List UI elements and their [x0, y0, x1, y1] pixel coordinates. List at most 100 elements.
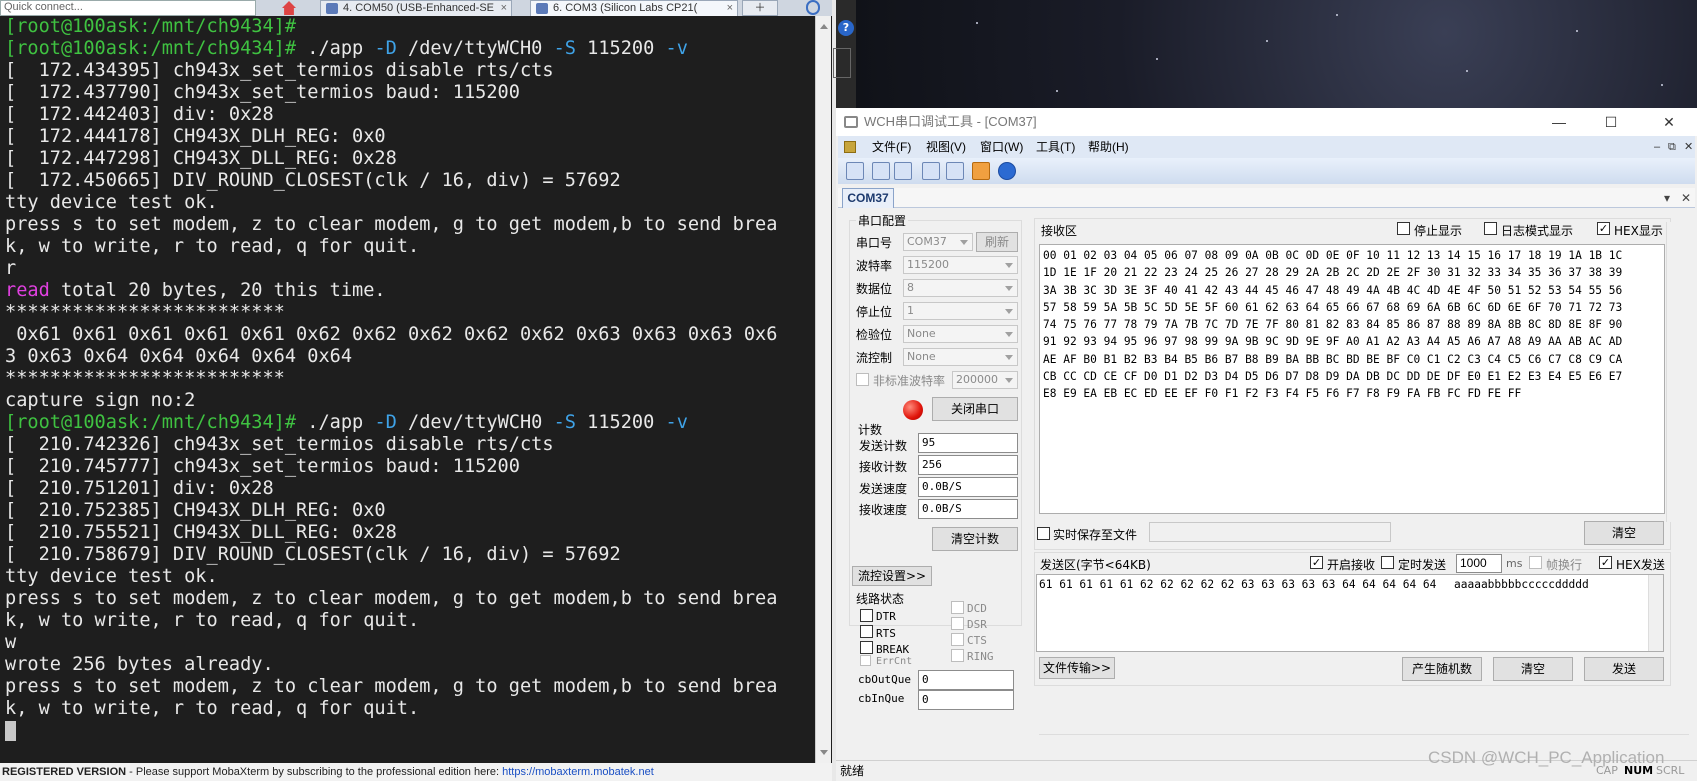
terminal-line: press s to set modem, z to clear modem, … — [5, 676, 815, 698]
upload-icon[interactable] — [972, 162, 990, 180]
quick-connect-input[interactable]: Quick connect... — [0, 0, 256, 16]
menu-help[interactable]: 帮助(H) — [1088, 136, 1129, 158]
tab-com3[interactable]: 6. COM3 (Silicon Labs CP21( × — [530, 0, 738, 16]
counts-label: 计数 — [858, 423, 883, 437]
parity-label: 检验位 — [856, 328, 893, 342]
terminal-text: -v — [665, 412, 688, 433]
send-scrollbar[interactable] — [1648, 575, 1663, 651]
split-horizontal-icon[interactable] — [872, 162, 890, 180]
cbinque-field: 0 — [918, 690, 1014, 710]
nonstd-baud-checkbox[interactable] — [856, 373, 869, 386]
tab-close-button[interactable]: ✕ — [1681, 188, 1691, 208]
scroll-down-icon[interactable] — [820, 750, 828, 759]
tab-label: 4. COM50 (USB-Enhanced-SE — [343, 2, 495, 14]
terminal-text: ************************* — [5, 302, 285, 323]
split-vertical-icon[interactable] — [894, 162, 912, 180]
dsr-indicator — [951, 617, 964, 630]
close-port-button[interactable]: 关闭串口 — [932, 397, 1018, 421]
receive-scrollbar[interactable] — [1666, 222, 1684, 522]
port-select[interactable]: COM37 — [903, 233, 973, 251]
close-button[interactable]: ✕ — [1646, 108, 1692, 136]
baud-select[interactable]: 115200 — [903, 256, 1018, 274]
random-number-button[interactable]: 产生随机数 — [1402, 657, 1482, 681]
terminal-line: [ 210.742326] ch943x_set_termios disable… — [5, 434, 815, 456]
interval-input[interactable]: 1000 — [1456, 554, 1502, 573]
stopbits-value: 1 — [907, 304, 914, 317]
mdi-restore-button[interactable]: ⧉ — [1668, 136, 1676, 158]
mobatek-link[interactable]: https://mobaxterm.mobatek.net — [502, 766, 654, 778]
save-to-file-label: 实时保存至文件 — [1053, 528, 1138, 542]
file-transfer-button[interactable]: 文件传输>> — [1039, 657, 1115, 679]
desktop-wallpaper — [856, 0, 1697, 108]
tab-dropdown-button[interactable]: ▾ — [1664, 188, 1670, 208]
terminal-line: [root@100ask:/mnt/ch9434]# — [5, 16, 815, 38]
errcnt-label: ErrCnt — [876, 656, 913, 667]
close-icon[interactable]: × — [501, 1, 507, 15]
hex-display-checkbox[interactable]: ✓ — [1597, 222, 1610, 235]
calculator-icon[interactable] — [922, 162, 940, 180]
attach-icon[interactable] — [806, 0, 820, 15]
dtr-checkbox[interactable] — [860, 609, 873, 622]
menu-tools[interactable]: 工具(T) — [1036, 136, 1075, 158]
port-status-led-icon — [903, 400, 923, 420]
new-tab-button[interactable]: ＋ — [742, 0, 778, 16]
close-icon[interactable]: × — [727, 1, 733, 15]
chevron-down-icon — [1005, 378, 1013, 387]
terminal-text: [root@100ask:/mnt/ch9434]# — [5, 412, 297, 433]
enable-receive-checkbox[interactable]: ✓ — [1310, 556, 1323, 569]
wch-title-bar: WCH串口调试工具 - [COM37] — ☐ ✕ — [836, 108, 1697, 136]
clear-count-button[interactable]: 清空计数 — [932, 527, 1018, 551]
help-icon[interactable]: ? — [838, 20, 854, 36]
help-icon[interactable] — [998, 162, 1016, 180]
send-clear-button[interactable]: 清空 — [1493, 657, 1573, 681]
cboutque-label: cbOutQue — [858, 673, 911, 686]
menu-window[interactable]: 窗口(W) — [980, 136, 1023, 158]
rts-checkbox[interactable] — [860, 625, 873, 638]
receive-clear-button[interactable]: 清空 — [1584, 521, 1664, 545]
tab-com37[interactable]: COM37 — [842, 188, 894, 208]
mdi-minimize-button[interactable]: – — [1654, 136, 1660, 158]
terminal-text: [root@100ask:/mnt/ch9434]# — [5, 16, 297, 37]
send-button[interactable]: 发送 — [1584, 657, 1664, 681]
stop-display-checkbox[interactable] — [1397, 222, 1410, 235]
scroll-up-icon[interactable] — [820, 20, 828, 29]
nonstd-baud-select[interactable]: 200000 — [952, 371, 1018, 389]
receive-text-area[interactable]: 00 01 02 03 04 05 06 07 08 09 0A 0B 0C 0… — [1039, 244, 1665, 514]
cts-indicator — [951, 633, 964, 646]
break-checkbox[interactable] — [860, 641, 873, 654]
refresh-button[interactable]: 刷新 — [976, 232, 1018, 252]
databits-select[interactable]: 8 — [903, 279, 1018, 297]
menu-view[interactable]: 视图(V) — [926, 136, 966, 158]
home-icon[interactable] — [282, 1, 296, 15]
maximize-button[interactable]: ☐ — [1588, 108, 1634, 136]
terminal-line: tty device test ok. — [5, 566, 815, 588]
parity-select[interactable]: None — [903, 325, 1018, 343]
device-icon[interactable] — [946, 162, 964, 180]
stopbits-select[interactable]: 1 — [903, 302, 1018, 320]
menu-file[interactable]: 文件(F) — [872, 136, 911, 158]
flowctrl-select[interactable]: None — [903, 348, 1018, 366]
tab-com50[interactable]: 4. COM50 (USB-Enhanced-SE × — [320, 0, 512, 16]
frame-newline-checkbox[interactable] — [1529, 556, 1542, 569]
app-icon — [844, 116, 858, 128]
rts-label: RTS — [876, 627, 896, 640]
terminal-output[interactable]: [root@100ask:/mnt/ch9434]# [root@100ask:/… — [0, 16, 815, 763]
log-mode-checkbox[interactable] — [1484, 222, 1497, 235]
save-file-path-field[interactable] — [1149, 522, 1391, 542]
flow-settings-button[interactable]: 流控设置>> — [852, 566, 932, 586]
send-count-label: 发送计数 — [859, 439, 908, 453]
terminal-scrollbar[interactable] — [815, 16, 831, 763]
save-to-file-checkbox[interactable] — [1037, 527, 1050, 540]
stopbits-label: 停止位 — [856, 305, 893, 319]
document-icon — [844, 141, 856, 153]
new-session-icon[interactable] — [846, 162, 864, 180]
timed-send-checkbox[interactable] — [1381, 556, 1394, 569]
menu-bar: 文件(F) 视图(V) 窗口(W) 工具(T) 帮助(H) – ⧉ ✕ — [838, 136, 1695, 158]
minimize-button[interactable]: — — [1536, 108, 1582, 136]
mdi-close-button[interactable]: ✕ — [1684, 136, 1693, 158]
terminal-line: tty device test ok. — [5, 192, 815, 214]
hex-send-checkbox[interactable]: ✓ — [1599, 556, 1612, 569]
terminal-line: [ 210.745777] ch943x_set_termios baud: 1… — [5, 456, 815, 478]
terminal-text: [ 210.752385] CH943X_DLH_REG: 0x0 — [5, 500, 386, 521]
send-ascii-preview: aaaaabbbbbcccccddddd — [1454, 578, 1589, 591]
